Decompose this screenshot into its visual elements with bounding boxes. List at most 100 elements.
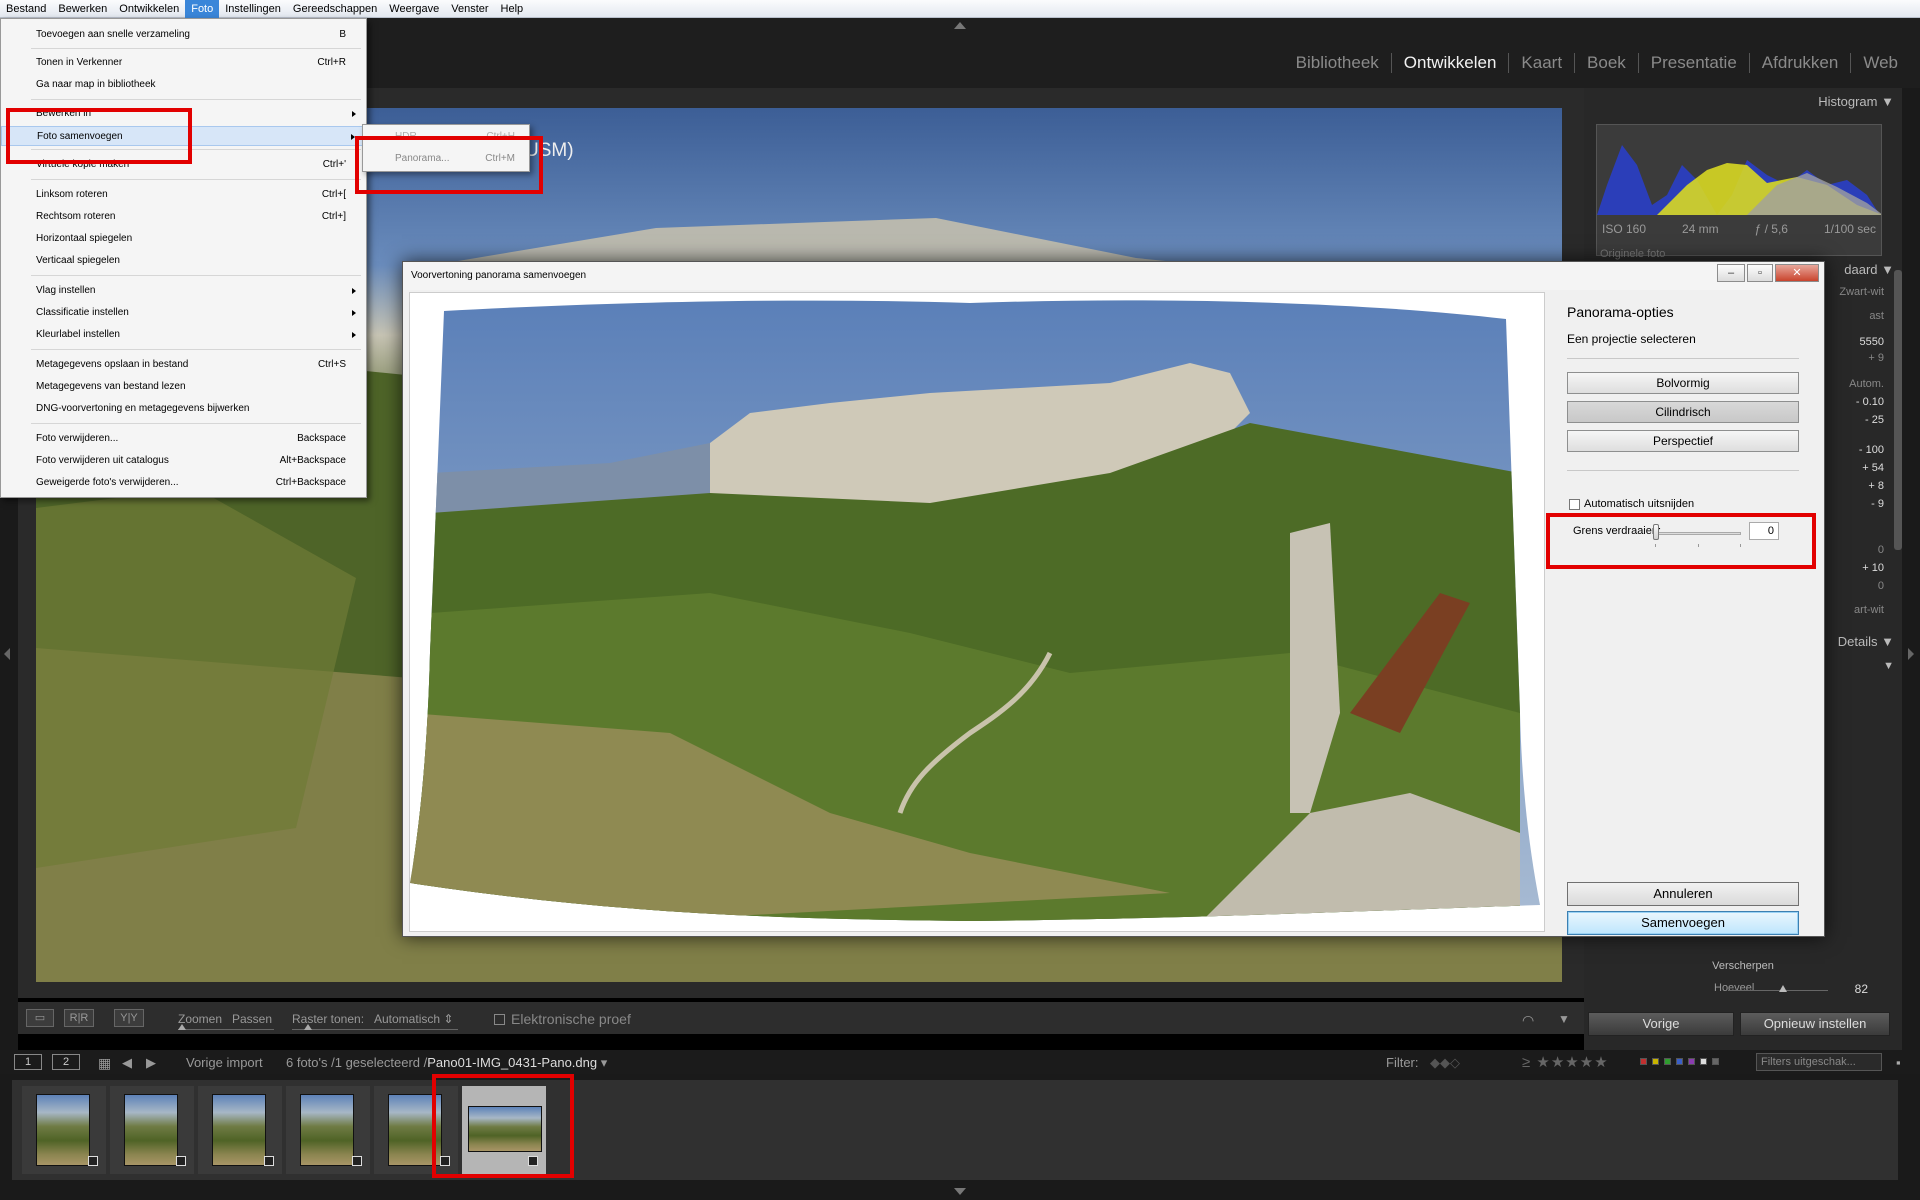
minimize-button[interactable]: – [1717, 264, 1745, 282]
amount-slider-track[interactable] [1728, 990, 1828, 991]
grid-slider-knob[interactable] [304, 1024, 312, 1030]
menu-item-set-flag[interactable]: Vlag instellen [1, 281, 366, 301]
zoom-slider-knob[interactable] [178, 1024, 186, 1030]
loupe-view-button[interactable]: ▭ [26, 1009, 54, 1027]
forward-arrow-icon[interactable]: ▶ [146, 1055, 156, 1071]
auto-crop-option[interactable]: Automatisch uitsnijden [1569, 498, 1694, 510]
filmstrip-thumbnail[interactable] [110, 1086, 194, 1174]
filmstrip-thumbnail[interactable] [286, 1086, 370, 1174]
auto-crop-checkbox[interactable] [1569, 498, 1580, 510]
close-button[interactable]: ✕ [1775, 264, 1819, 282]
right-panel-scrollbar[interactable] [1894, 270, 1902, 550]
menu-item-delete-rejected[interactable]: Geweigerde foto's verwijderen... Ctrl+Bac… [1, 473, 366, 493]
menu-item-read-metadata[interactable]: Metagegevens van bestand lezen [1, 377, 366, 397]
back-arrow-icon[interactable]: ◀ [122, 1055, 132, 1071]
develop-badge-icon [352, 1156, 362, 1166]
menu-separator [31, 179, 361, 180]
histogram-header[interactable]: Histogram ▼ [1584, 94, 1894, 109]
menu-instellingen[interactable]: Instellingen [219, 0, 287, 18]
menu-item-remove-from-catalog[interactable]: Foto verwijderen uit catalogus Alt+Backsp… [1, 451, 366, 471]
grid-select[interactable]: Automatisch ⇕ [374, 1012, 453, 1026]
collapse-top-arrow-icon[interactable] [954, 22, 966, 29]
menu-venster[interactable]: Venster [445, 0, 494, 18]
soft-proof-checkbox[interactable] [494, 1013, 505, 1025]
panorama-preview[interactable] [409, 292, 1545, 932]
menu-item-quick-collection[interactable]: Toevoegen aan snelle verzameling B [1, 25, 366, 45]
flag-filter-icons[interactable]: ◆◆◇ [1430, 1055, 1460, 1071]
primary-window-button[interactable]: 1 [14, 1054, 42, 1070]
previous-button[interactable]: Vorige [1588, 1012, 1734, 1036]
cancel-button[interactable]: Annuleren [1567, 882, 1799, 906]
thumbnail-image [36, 1094, 90, 1166]
projection-label: Een projectie selecteren [1567, 332, 1696, 346]
color-swatch-none[interactable] [1712, 1058, 1719, 1065]
reset-button[interactable]: Opnieuw instellen [1740, 1012, 1890, 1036]
menu-gereedschappen[interactable]: Gereedschappen [287, 0, 383, 18]
histogram[interactable] [1596, 124, 1882, 256]
menu-item-set-rating[interactable]: Classificatie instellen [1, 303, 366, 323]
menu-weergave[interactable]: Weergave [383, 0, 445, 18]
grid-slider[interactable] [292, 1029, 458, 1030]
menu-ontwikkelen[interactable]: Ontwikkelen [113, 0, 185, 18]
amount-slider-knob[interactable] [1779, 985, 1787, 992]
zoom-slider[interactable] [178, 1029, 274, 1030]
menu-item-set-color-label[interactable]: Kleurlabel instellen [1, 325, 366, 345]
menu-item-rotate-right[interactable]: Rechtsom roteren Ctrl+] [1, 207, 366, 227]
maximize-button[interactable]: ▫ [1747, 264, 1773, 282]
menu-item-shortcut: B [339, 29, 346, 40]
menu-item-save-metadata[interactable]: Metagegevens opslaan in bestand Ctrl+S [1, 355, 366, 375]
menu-item-show-explorer[interactable]: Tonen in Verkenner Ctrl+R [1, 53, 366, 73]
submenu-arrow-icon [352, 310, 356, 316]
dialog-titlebar[interactable]: Voorvertoning panorama samenvoegen – ▫ ✕ [403, 262, 1824, 290]
filmstrip-lock-icon[interactable]: ▪ [1896, 1055, 1901, 1070]
toolbar-dropdown-icon[interactable]: ▼ [1558, 1012, 1570, 1026]
projection-spherical-button[interactable]: Bolvormig [1567, 372, 1799, 394]
menu-help[interactable]: Help [495, 0, 530, 18]
filename[interactable]: Pano01-IMG_0431-Pano.dng [427, 1055, 597, 1070]
color-swatch-yellow[interactable] [1652, 1058, 1659, 1065]
menu-item-remove-photo[interactable]: Foto verwijderen... Backspace [1, 429, 366, 449]
filter-preset-select[interactable]: Filters uitgeschak... [1756, 1053, 1882, 1071]
original-photo-toggle[interactable]: Originele foto [1600, 248, 1665, 260]
source-label[interactable]: Vorige import [186, 1055, 263, 1070]
before-after-yy-button[interactable]: Y|Y [114, 1009, 144, 1027]
module-afdrukken[interactable]: Afdrukken [1748, 53, 1851, 73]
menu-item-flip-horizontal[interactable]: Horizontaal spiegelen [1, 229, 366, 249]
expand-left-arrow-icon[interactable] [4, 648, 10, 660]
secondary-window-button[interactable]: 2 [52, 1054, 80, 1070]
right-edge[interactable] [1902, 88, 1920, 1100]
grid-view-icon[interactable]: ▦ [98, 1055, 111, 1072]
menu-bewerken[interactable]: Bewerken [52, 0, 113, 18]
menu-item-rotate-left[interactable]: Linksom roteren Ctrl+[ [1, 185, 366, 205]
collapse-bottom-arrow-icon[interactable] [954, 1188, 966, 1195]
module-web[interactable]: Web [1850, 53, 1910, 73]
module-presentatie[interactable]: Presentatie [1637, 53, 1749, 73]
amount-value[interactable]: 82 [1855, 982, 1868, 996]
menu-item-update-dng[interactable]: DNG-voorvertoning en metagegevens bijwer… [1, 399, 366, 419]
menu-bestand[interactable]: Bestand [0, 0, 52, 18]
projection-perspective-button[interactable]: Perspectief [1567, 430, 1799, 452]
module-kaart[interactable]: Kaart [1508, 53, 1574, 73]
expand-right-arrow-icon[interactable] [1908, 648, 1914, 660]
filmstrip-thumbnail[interactable] [198, 1086, 282, 1174]
merge-button[interactable]: Samenvoegen [1567, 911, 1799, 935]
before-after-lr-button[interactable]: R|R [64, 1009, 94, 1027]
filmstrip-thumbnail[interactable] [22, 1086, 106, 1174]
menu-item-goto-folder[interactable]: Ga naar map in bibliotheek [1, 75, 366, 95]
rating-filter[interactable]: ≥ ★★★★★ [1522, 1053, 1609, 1071]
color-swatch-blue[interactable] [1676, 1058, 1683, 1065]
module-boek[interactable]: Boek [1574, 53, 1638, 73]
soft-proof-toggle[interactable]: Elektronische proef [494, 1011, 631, 1027]
menu-item-label: Ga naar map in bibliotheek [36, 79, 156, 90]
color-swatch-white[interactable] [1700, 1058, 1707, 1065]
module-bibliotheek[interactable]: Bibliotheek [1284, 53, 1391, 73]
color-swatch-purple[interactable] [1688, 1058, 1695, 1065]
fit-label[interactable]: Passen [232, 1012, 272, 1026]
color-swatch-red[interactable] [1640, 1058, 1647, 1065]
color-swatch-green[interactable] [1664, 1058, 1671, 1065]
module-ontwikkelen[interactable]: Ontwikkelen [1390, 53, 1509, 73]
panel-collapse-icon[interactable]: ▼ [1881, 94, 1894, 109]
projection-cylindrical-button[interactable]: Cilindrisch [1567, 401, 1799, 423]
menu-item-flip-vertical[interactable]: Verticaal spiegelen [1, 251, 366, 271]
menu-foto[interactable]: Foto [185, 0, 220, 18]
